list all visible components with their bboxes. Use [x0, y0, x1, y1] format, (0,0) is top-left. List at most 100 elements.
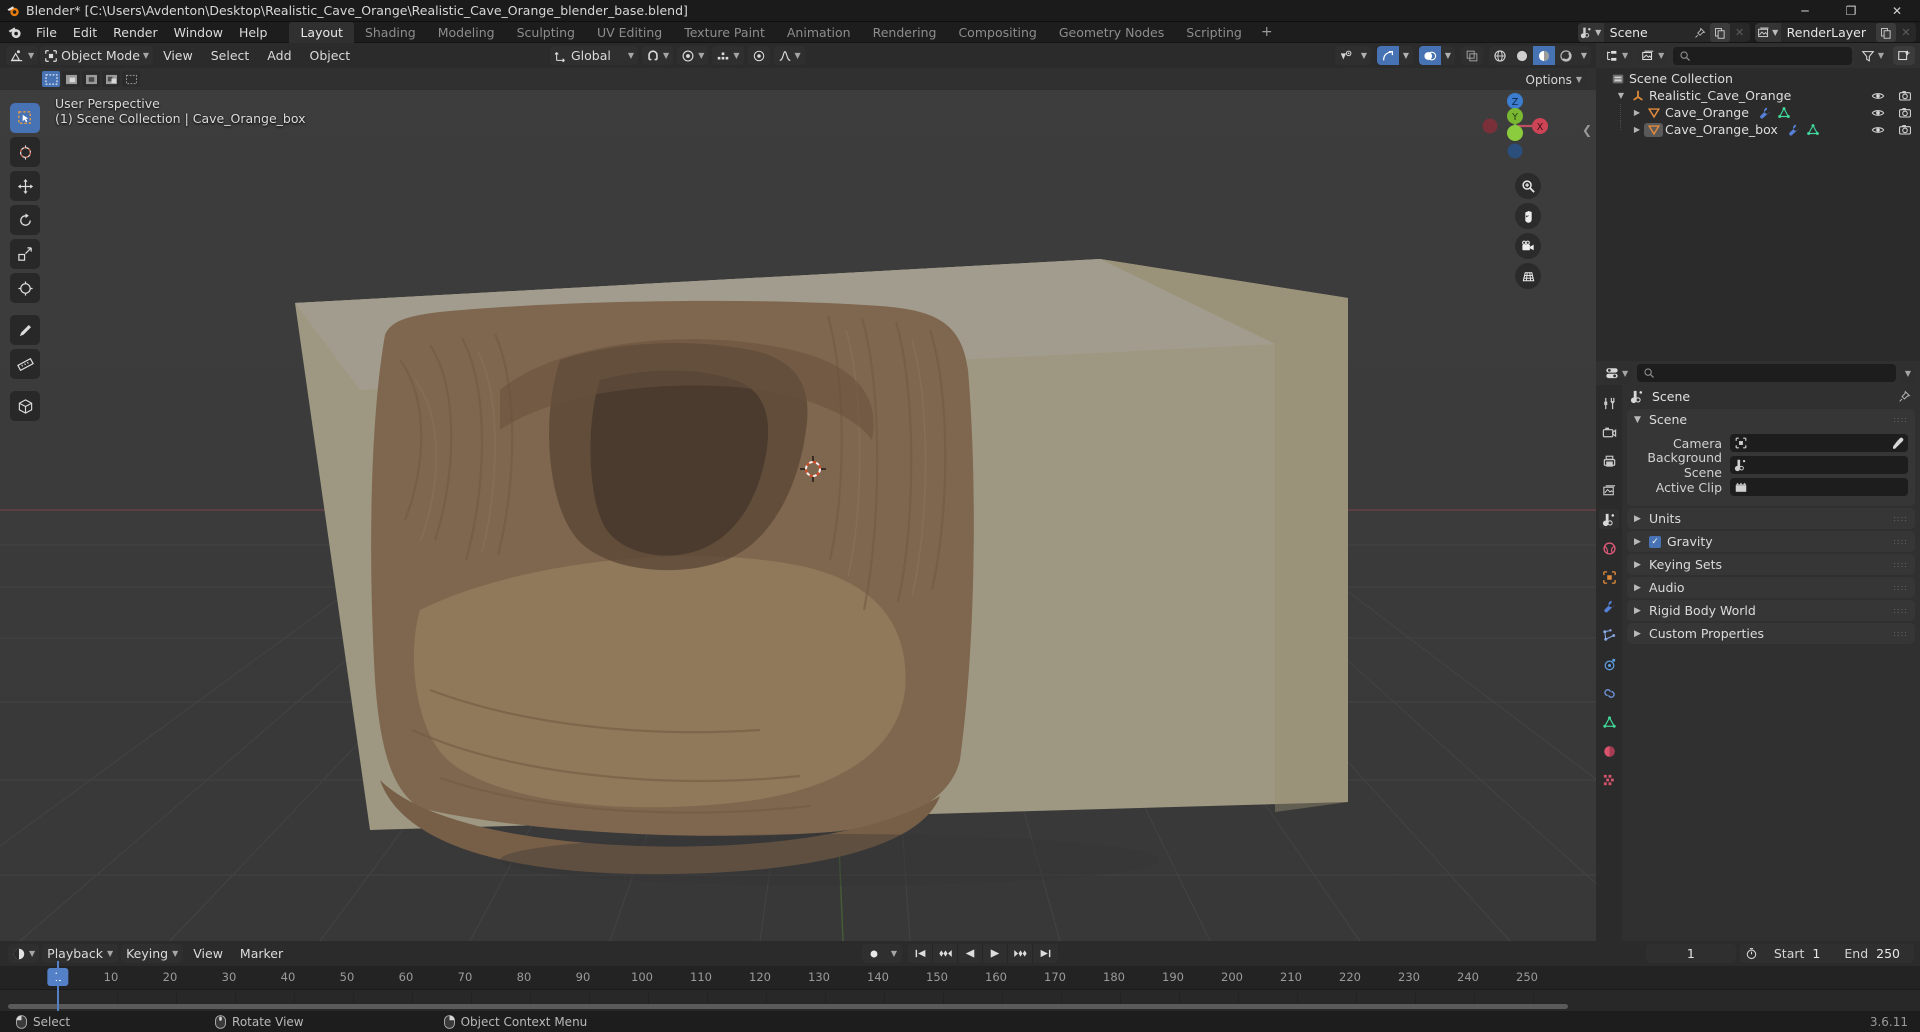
properties-tab-scene[interactable] [1599, 509, 1619, 529]
tab-sculpting[interactable]: Sculpting [506, 22, 586, 43]
tool-rotate[interactable] [10, 205, 40, 235]
auto-keyframe-record-icon[interactable] [862, 944, 886, 963]
shading-material-preview-icon[interactable] [1533, 46, 1555, 65]
timeline-track-area[interactable]: ❯ [0, 990, 1920, 1011]
panel-custom-properties-header[interactable]: ▶ Custom Properties :::: [1627, 623, 1915, 644]
tab-animation[interactable]: Animation [776, 22, 862, 43]
select-mode-set-icon[interactable] [42, 71, 60, 87]
toggle-perspective-icon[interactable] [1515, 263, 1541, 289]
shading-rendered-icon[interactable] [1555, 46, 1577, 65]
tab-rendering[interactable]: Rendering [862, 22, 948, 43]
viewport-menu-object[interactable]: Object [302, 46, 359, 65]
outliner-row-realistic-cave-orange[interactable]: ▼ Realistic_Cave_Orange [1596, 87, 1920, 104]
close-button[interactable]: ✕ [1874, 0, 1920, 22]
panel-rigid-body-world-header[interactable]: ▶ Rigid Body World :::: [1627, 600, 1915, 621]
sidebar-expand-icon[interactable]: ❮ [1582, 123, 1592, 137]
disable-in-render-camera-icon[interactable] [1898, 106, 1912, 120]
properties-tab-output[interactable] [1599, 451, 1619, 471]
transform-orientation-dropdown[interactable]: Global ▼ [550, 46, 639, 65]
viewport-menu-view[interactable]: View [155, 46, 201, 65]
menu-window[interactable]: Window [166, 22, 231, 43]
menu-render[interactable]: Render [105, 22, 166, 43]
tool-scale[interactable] [10, 239, 40, 269]
start-frame-value[interactable]: 1 [1812, 946, 1834, 961]
hide-in-viewport-eye-icon[interactable] [1871, 89, 1885, 103]
viewlayer-selector[interactable]: ▼ RenderLayer ✕ [1754, 23, 1916, 42]
tab-texture-paint[interactable]: Texture Paint [673, 22, 776, 43]
outliner-row-cave-orange-box[interactable]: ▶ Cave_Orange_box [1596, 121, 1920, 138]
properties-tab-texture[interactable] [1599, 770, 1619, 790]
show-gizmo-icon[interactable] [1377, 46, 1399, 65]
visibility-chevron-down-icon[interactable]: ▼ [1357, 46, 1371, 65]
outliner-editor-type-button[interactable]: ▼ [1601, 46, 1633, 65]
app-menu-icon[interactable] [0, 25, 28, 40]
proportional-edit-button[interactable]: ▼ [677, 46, 709, 65]
panel-scene-header[interactable]: ▼ Scene :::: [1627, 409, 1915, 430]
new-scene-icon[interactable] [1709, 23, 1730, 42]
tool-add-cube[interactable] [10, 391, 40, 421]
outliner-row-scene-collection[interactable]: Scene Collection [1596, 70, 1920, 87]
new-viewlayer-icon[interactable] [1876, 23, 1896, 42]
properties-editor-type-button[interactable]: ▼ [1601, 363, 1633, 383]
auto-keying-chevron-down-icon[interactable]: ▼ [886, 944, 902, 963]
mesh-data-icon[interactable] [1806, 123, 1820, 137]
play-reverse-button[interactable] [958, 944, 983, 963]
panel-drag-grip[interactable]: :::: [1893, 560, 1908, 568]
outliner-disclosure-triangle-right-icon[interactable]: ▶ [1630, 125, 1644, 134]
gravity-checkbox[interactable]: ✓ [1649, 535, 1661, 548]
shading-wireframe-icon[interactable] [1489, 46, 1511, 65]
overlay-chevron-down-icon[interactable]: ▼ [1441, 46, 1455, 65]
mesh-data-icon[interactable] [1777, 106, 1791, 120]
panel-drag-grip[interactable]: :::: [1893, 537, 1908, 545]
viewport-options-button[interactable]: Options ▼ [1519, 71, 1588, 88]
properties-tab-modifiers[interactable] [1599, 596, 1619, 616]
jump-to-start-button[interactable] [908, 944, 933, 963]
viewport-menu-select[interactable]: Select [203, 46, 258, 65]
unlink-scene-icon[interactable]: ✕ [1730, 23, 1750, 42]
snap-toggle-button[interactable] [747, 46, 770, 65]
menu-edit[interactable]: Edit [65, 22, 105, 43]
shading-solid-icon[interactable] [1511, 46, 1533, 65]
properties-tab-particles[interactable] [1599, 625, 1619, 645]
panel-drag-grip[interactable]: :::: [1893, 415, 1908, 423]
playback-dropdown[interactable]: Playback ▼ [42, 944, 119, 963]
navigation-gizmo[interactable]: Z X Y [1474, 85, 1556, 167]
pan-view-icon[interactable] [1515, 203, 1541, 229]
select-mode-subtract-icon[interactable] [82, 71, 100, 87]
remove-viewlayer-icon[interactable]: ✕ [1896, 23, 1916, 42]
outliner-new-collection-button[interactable] [1893, 46, 1915, 65]
tool-annotate[interactable] [10, 315, 40, 345]
tab-layout[interactable]: Layout [289, 21, 354, 43]
field-camera[interactable] [1730, 434, 1908, 452]
field-active-clip[interactable] [1730, 478, 1908, 496]
panel-drag-grip[interactable]: :::: [1893, 606, 1908, 614]
tool-cursor[interactable] [10, 137, 40, 167]
minimize-button[interactable]: ─ [1782, 0, 1828, 22]
properties-tab-object[interactable] [1599, 567, 1619, 587]
disable-in-render-camera-icon[interactable] [1898, 123, 1912, 137]
timeline-menu-marker[interactable]: Marker [233, 944, 290, 963]
camera-view-icon[interactable] [1515, 233, 1541, 259]
add-workspace-button[interactable]: + [1253, 22, 1281, 43]
jump-to-previous-keyframe-button[interactable] [933, 944, 958, 963]
keying-dropdown[interactable]: Keying ▼ [121, 944, 184, 963]
tab-compositing[interactable]: Compositing [947, 22, 1047, 43]
panel-audio-header[interactable]: ▶ Audio :::: [1627, 577, 1915, 598]
eyedropper-icon[interactable] [1891, 437, 1904, 450]
outliner-search-input[interactable] [1673, 46, 1852, 65]
pin-scene-icon[interactable] [1690, 23, 1710, 42]
panel-keying-sets-header[interactable]: ▶ Keying Sets :::: [1627, 554, 1915, 575]
outliner-disclosure-triangle-down-icon[interactable]: ▼ [1614, 91, 1628, 100]
properties-tab-viewlayer[interactable] [1599, 480, 1619, 500]
proportional-falloff-button[interactable]: ▼ [773, 46, 805, 65]
tool-move[interactable] [10, 171, 40, 201]
panel-drag-grip[interactable]: :::: [1893, 629, 1908, 637]
panel-gravity-header[interactable]: ▶ ✓ Gravity :::: [1627, 531, 1915, 552]
outliner-row-cave-orange[interactable]: ▶ Cave_Orange [1596, 104, 1920, 121]
modifier-wrench-icon[interactable] [1787, 123, 1801, 137]
play-button[interactable] [983, 944, 1008, 963]
tool-tweak-select[interactable] [10, 103, 40, 133]
toggle-xray-icon[interactable] [1461, 46, 1483, 65]
shading-chevron-down-icon[interactable]: ▼ [1577, 46, 1591, 65]
timeline-menu-view[interactable]: View [186, 944, 230, 963]
